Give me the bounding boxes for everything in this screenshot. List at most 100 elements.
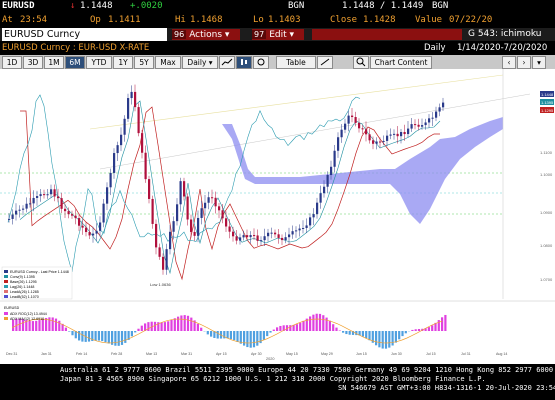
oscillator-bar — [401, 331, 404, 337]
frequency-dropdown[interactable]: Daily ▾ — [182, 56, 218, 69]
draw-glyph — [320, 58, 330, 66]
oscillator-bar — [318, 313, 322, 331]
candle-chart-icon[interactable] — [236, 56, 252, 69]
oscillator-legend: EURUSD ADX ROC(12) 13.4944 ADX MA(12) 12… — [4, 306, 47, 321]
line-chart-glyph — [221, 58, 233, 66]
candle-body — [344, 123, 347, 130]
footer-line-3: SN 546679 AST GMT+3:00 H834-1316-1 20-Ju… — [338, 384, 555, 392]
candle-body — [99, 222, 102, 231]
candle-body — [92, 233, 95, 236]
open-label: Op — [90, 15, 101, 25]
period-label: Daily — [424, 43, 446, 53]
candle-body — [400, 132, 403, 137]
legend-swatch-1 — [4, 275, 8, 278]
oscillator-bar — [276, 327, 279, 331]
osc-swatch-1 — [4, 317, 8, 320]
table-button[interactable]: Table — [276, 56, 316, 69]
oscillator-bar — [117, 331, 120, 346]
range-6m-button[interactable]: 6M — [65, 56, 85, 69]
candle-body — [319, 193, 322, 203]
range-1y-button[interactable]: 1Y — [113, 56, 133, 69]
candle-body — [204, 202, 207, 209]
oscillator-bar — [216, 331, 219, 339]
oscillator-bar — [196, 323, 199, 331]
range-5y-button[interactable]: 5Y — [134, 56, 154, 69]
oscillator-bar — [441, 317, 444, 331]
candle-body — [407, 128, 410, 135]
oscillator-bar — [378, 331, 381, 348]
oscillator-bar — [384, 331, 388, 349]
x-axis-labels: Dec 31 Jan 31 Feb 14 Feb 28 Mar 13 Mar 31 Apr … — [6, 352, 507, 356]
oscillator-bar — [35, 320, 38, 331]
pan-left-icon[interactable]: ‹ — [502, 56, 516, 69]
candle-body — [410, 124, 413, 129]
quote-detail: At 23:54 Op 1.1411 Hi 1.1468 Lo 1.1403 C… — [0, 14, 555, 28]
candle-body — [358, 122, 361, 129]
range-ytd-button[interactable]: YTD — [86, 56, 112, 69]
candle-body — [60, 198, 63, 209]
candle-body — [127, 98, 130, 119]
candle-body — [347, 115, 350, 124]
oscillator-bar — [295, 324, 298, 331]
candle-body — [396, 133, 399, 137]
oscillator-bar — [345, 331, 348, 335]
candle-body — [305, 225, 308, 228]
candle-body — [291, 231, 294, 235]
line-chart-icon[interactable] — [219, 56, 235, 69]
down-arrow-icon: ↓ — [70, 1, 76, 11]
range-1m-button[interactable]: 1M — [44, 56, 64, 69]
last-price: 1.1448 — [80, 1, 113, 11]
more-options-icon[interactable]: ▾ — [532, 56, 546, 69]
quote-time: 23:54 — [20, 15, 48, 25]
candle-body — [43, 194, 46, 196]
date-range[interactable]: 1/14/2020-7/20/2020 — [457, 43, 547, 53]
x-axis-label: Mar 13 — [146, 352, 157, 356]
oscillator-bar — [381, 331, 384, 349]
legend-swatch-2 — [4, 280, 8, 283]
legend-item-5: LeadB(52) 1.1070 — [10, 295, 39, 299]
zoom-icon[interactable] — [353, 56, 369, 69]
oscillator-bar — [279, 325, 282, 331]
oscillator-bar — [348, 331, 351, 335]
chart-content-button[interactable]: Chart Content — [370, 56, 432, 69]
candle-body — [438, 107, 441, 112]
security-field[interactable]: EURUSD Curncy — [2, 28, 167, 41]
net-change: +.0020 — [130, 1, 163, 11]
candle-body — [85, 227, 88, 233]
actions-menu-button[interactable]: 96 Actions ▾ — [172, 29, 240, 40]
oscillator-bar — [180, 315, 183, 331]
candle-body — [134, 91, 137, 108]
candle-body — [277, 234, 280, 238]
x-axis-label: Jan 31 — [41, 352, 52, 356]
oscillator-bar — [104, 331, 107, 343]
range-1d-button[interactable]: 1D — [2, 56, 22, 69]
candle-body — [403, 132, 406, 135]
candle-body — [176, 204, 179, 222]
candle-body — [393, 133, 396, 135]
edit-menu-button[interactable]: 97 Edit ▾ — [252, 29, 304, 40]
candle-body — [106, 187, 109, 204]
candle-body — [253, 235, 256, 237]
oscillator-bar — [81, 331, 84, 342]
oscillator-bar — [147, 322, 150, 331]
settings-icon[interactable] — [253, 56, 269, 69]
chart-panel[interactable]: 1.1448 1.1395 1.1295 1.1100 1.1000 1.090… — [0, 69, 555, 364]
oscillator-bar — [312, 314, 315, 331]
candle-body — [414, 124, 417, 126]
range-max-button[interactable]: Max — [155, 56, 181, 69]
candle-body — [386, 135, 389, 141]
candle-body — [46, 194, 49, 196]
candle-body — [211, 197, 214, 199]
oscillator-bar — [160, 322, 163, 331]
price-label-0: 1.1448 — [541, 92, 554, 97]
candle-body — [25, 203, 28, 209]
candle-body — [372, 140, 375, 144]
oscillator-bar — [226, 331, 229, 339]
oscillator-bar — [388, 331, 391, 348]
range-3d-button[interactable]: 3D — [23, 56, 43, 69]
draw-tool-icon[interactable] — [317, 56, 333, 69]
pan-right-icon[interactable]: › — [517, 56, 531, 69]
oscillator-bar — [48, 317, 51, 331]
candle-body — [424, 122, 427, 126]
oscillator-bar — [28, 320, 31, 331]
